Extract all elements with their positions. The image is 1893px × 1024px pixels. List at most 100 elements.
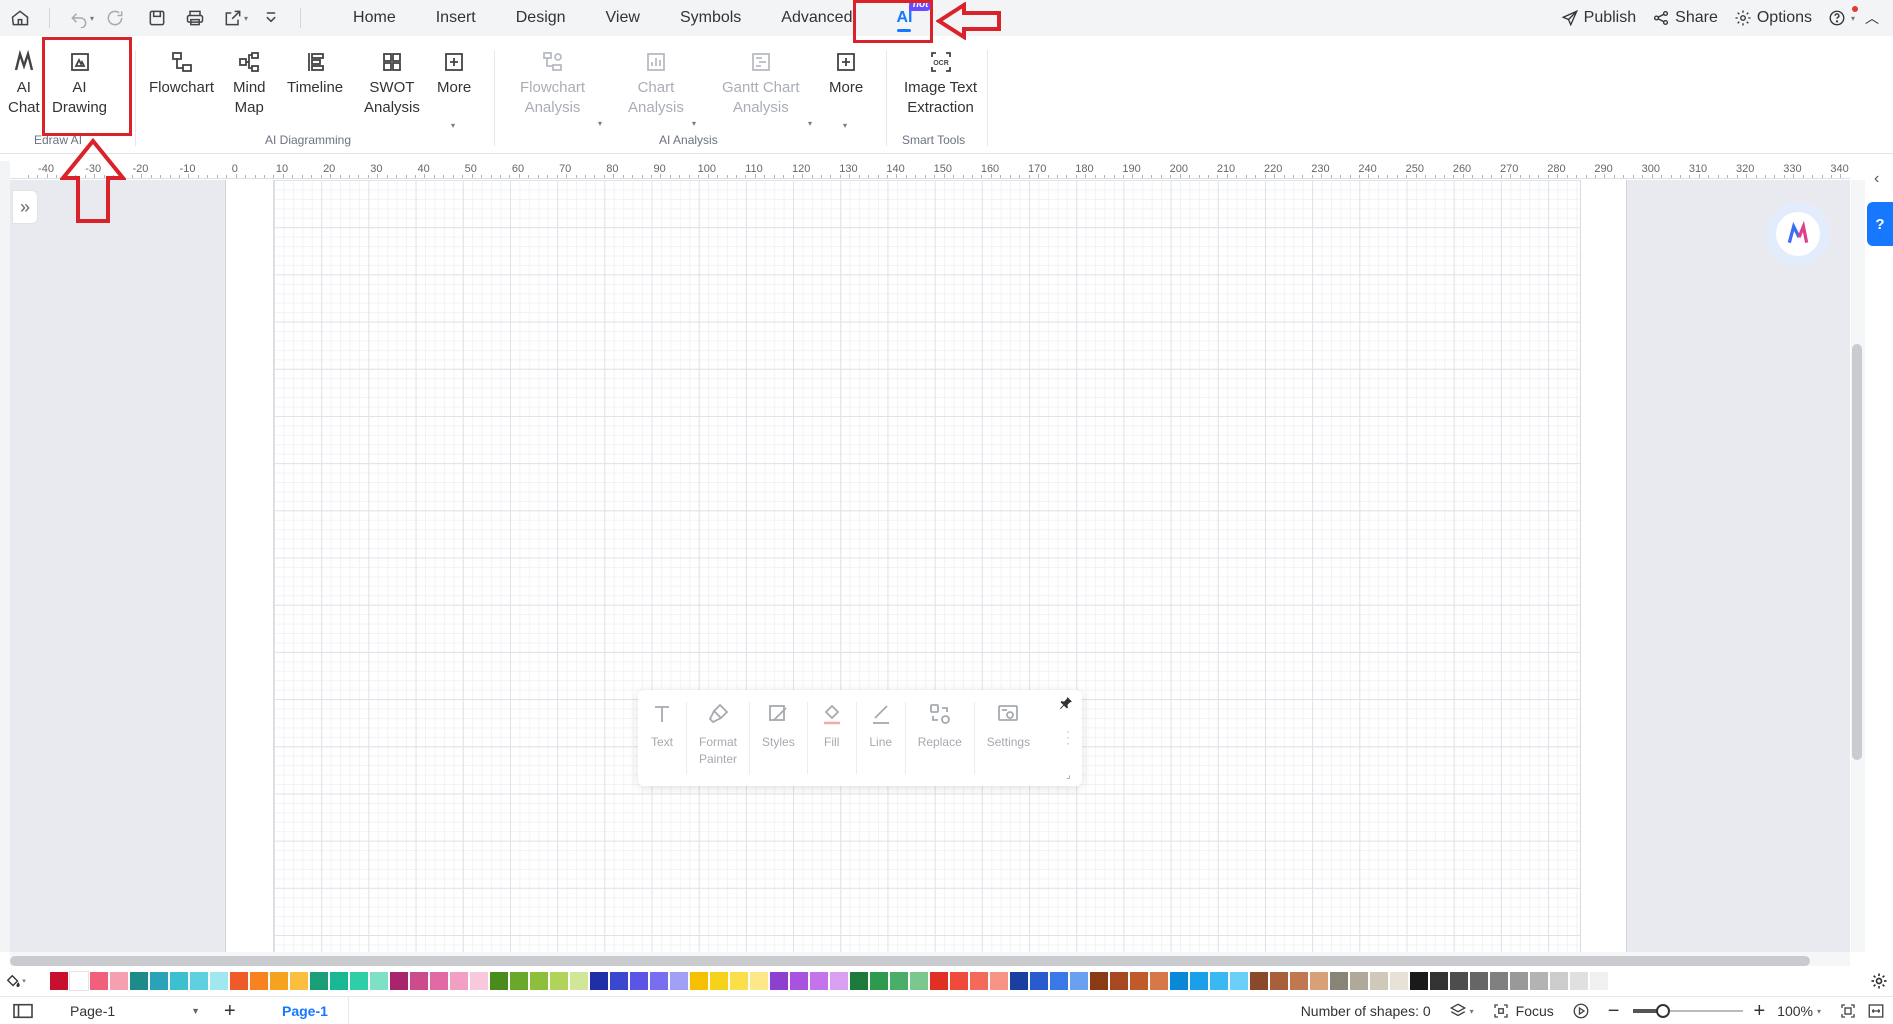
zoom-out-button[interactable]: − [1608,1000,1620,1023]
save-icon[interactable] [142,3,172,33]
color-swatch[interactable] [1530,972,1548,990]
color-swatch[interactable] [210,972,228,990]
image-text-extraction-button[interactable]: OCR Image Text Extraction [904,50,977,118]
page-select-dropdown[interactable]: Page-1 ▼ [50,997,200,1024]
options-button[interactable]: Options [1734,9,1812,27]
color-swatch[interactable] [130,972,148,990]
color-swatch[interactable] [950,972,968,990]
color-swatch[interactable] [1430,972,1448,990]
color-swatch[interactable] [730,972,748,990]
menu-home[interactable]: Home [333,0,416,36]
collapse-ribbon-icon[interactable]: ︿ [1865,8,1879,28]
color-swatch[interactable] [370,972,388,990]
color-swatch[interactable] [170,972,188,990]
color-swatch[interactable] [90,972,108,990]
color-swatch[interactable] [110,972,128,990]
help-side-tab[interactable]: ? [1867,202,1893,246]
color-swatch[interactable] [650,972,668,990]
more-icon[interactable] [256,3,286,33]
color-swatch[interactable] [490,972,508,990]
color-swatch[interactable] [910,972,928,990]
more-diagramming-button[interactable]: More ▾ [437,50,471,130]
color-swatch[interactable] [870,972,888,990]
color-swatch[interactable] [330,972,348,990]
export-dropdown-icon[interactable]: ▾ [244,14,248,23]
color-swatch[interactable] [50,972,68,990]
color-swatch[interactable] [390,972,408,990]
color-swatch[interactable] [1190,972,1208,990]
color-swatch[interactable] [930,972,948,990]
text-tool-button[interactable]: Text [638,702,687,774]
color-swatch[interactable] [790,972,808,990]
collapse-right-panel-icon[interactable]: ‹ [1874,170,1879,188]
fit-width-button[interactable] [1867,1002,1885,1020]
canvas-workspace[interactable]: Text Format Painter Styles Fill Line Rep… [10,180,1850,952]
color-swatch[interactable] [1490,972,1508,990]
color-swatch[interactable] [1090,972,1108,990]
color-swatch[interactable] [1330,972,1348,990]
color-swatch[interactable] [1510,972,1528,990]
color-swatch[interactable] [250,972,268,990]
color-swatch[interactable] [1310,972,1328,990]
zoom-slider[interactable] [1633,1004,1744,1018]
format-painter-button[interactable]: Format Painter [687,702,751,774]
fit-page-button[interactable] [1839,1002,1857,1020]
color-swatch[interactable] [1350,972,1368,990]
replace-button[interactable]: Replace [906,702,975,774]
color-swatch[interactable] [1050,972,1068,990]
color-swatch[interactable] [1570,972,1588,990]
horizontal-scrollbar[interactable] [10,956,1810,966]
drag-handle-icon[interactable]: · · · [1066,725,1070,749]
color-swatch[interactable] [1370,972,1388,990]
color-swatch[interactable] [670,972,688,990]
color-swatch[interactable] [510,972,528,990]
mind-map-button[interactable]: Mind Map [233,50,266,118]
color-swatch[interactable] [1170,972,1188,990]
color-swatch[interactable] [850,972,868,990]
share-button[interactable]: Share [1652,9,1718,27]
timeline-button[interactable]: Timeline [287,50,343,98]
color-swatch[interactable] [290,972,308,990]
menu-design[interactable]: Design [496,0,586,36]
resize-handle-icon[interactable]: ⌟ [1066,770,1076,781]
fill-button[interactable]: Fill [808,702,857,774]
color-swatch[interactable] [1250,972,1268,990]
ai-chat-button[interactable]: AI Chat [8,50,40,118]
color-swatch[interactable] [1410,972,1428,990]
more-analysis-button[interactable]: More ▾ [829,50,863,130]
settings-button[interactable]: Settings [975,702,1042,774]
color-swatch[interactable] [150,972,168,990]
color-swatch[interactable] [430,972,448,990]
color-swatch[interactable] [750,972,768,990]
color-swatch[interactable] [710,972,728,990]
add-page-button[interactable]: + [224,997,236,1024]
color-swatch[interactable] [1470,972,1488,990]
color-swatch[interactable] [190,972,208,990]
color-swatch[interactable] [530,972,548,990]
zoom-level-dropdown[interactable]: 100% ▾ [1777,1003,1821,1019]
color-swatch[interactable] [1550,972,1568,990]
palette-settings-icon[interactable] [1869,971,1889,991]
color-swatch[interactable] [450,972,468,990]
home-icon[interactable] [5,3,35,33]
color-swatch[interactable] [550,972,568,990]
color-swatch[interactable] [770,972,788,990]
color-swatch[interactable] [1070,972,1088,990]
swot-analysis-button[interactable]: SWOT Analysis [364,50,420,118]
zoom-slider-knob[interactable] [1656,1004,1671,1018]
page-panel-toggle-icon[interactable] [12,1002,34,1023]
color-swatch[interactable] [1110,972,1128,990]
flowchart-analysis-button[interactable]: Flowchart Analysis ▾ [520,50,602,128]
print-icon[interactable] [180,3,210,33]
flowchart-button[interactable]: Flowchart [149,50,214,98]
chart-analysis-button[interactable]: Chart Analysis ▾ [628,50,696,128]
color-swatch[interactable] [1450,972,1468,990]
color-swatch[interactable] [630,972,648,990]
color-swatch[interactable] [1010,972,1028,990]
color-swatch[interactable] [690,972,708,990]
color-swatch[interactable] [990,972,1008,990]
focus-button[interactable]: Focus [1492,1002,1554,1020]
color-swatch[interactable] [230,972,248,990]
publish-button[interactable]: Publish [1561,9,1636,27]
color-swatch[interactable] [1590,972,1608,990]
